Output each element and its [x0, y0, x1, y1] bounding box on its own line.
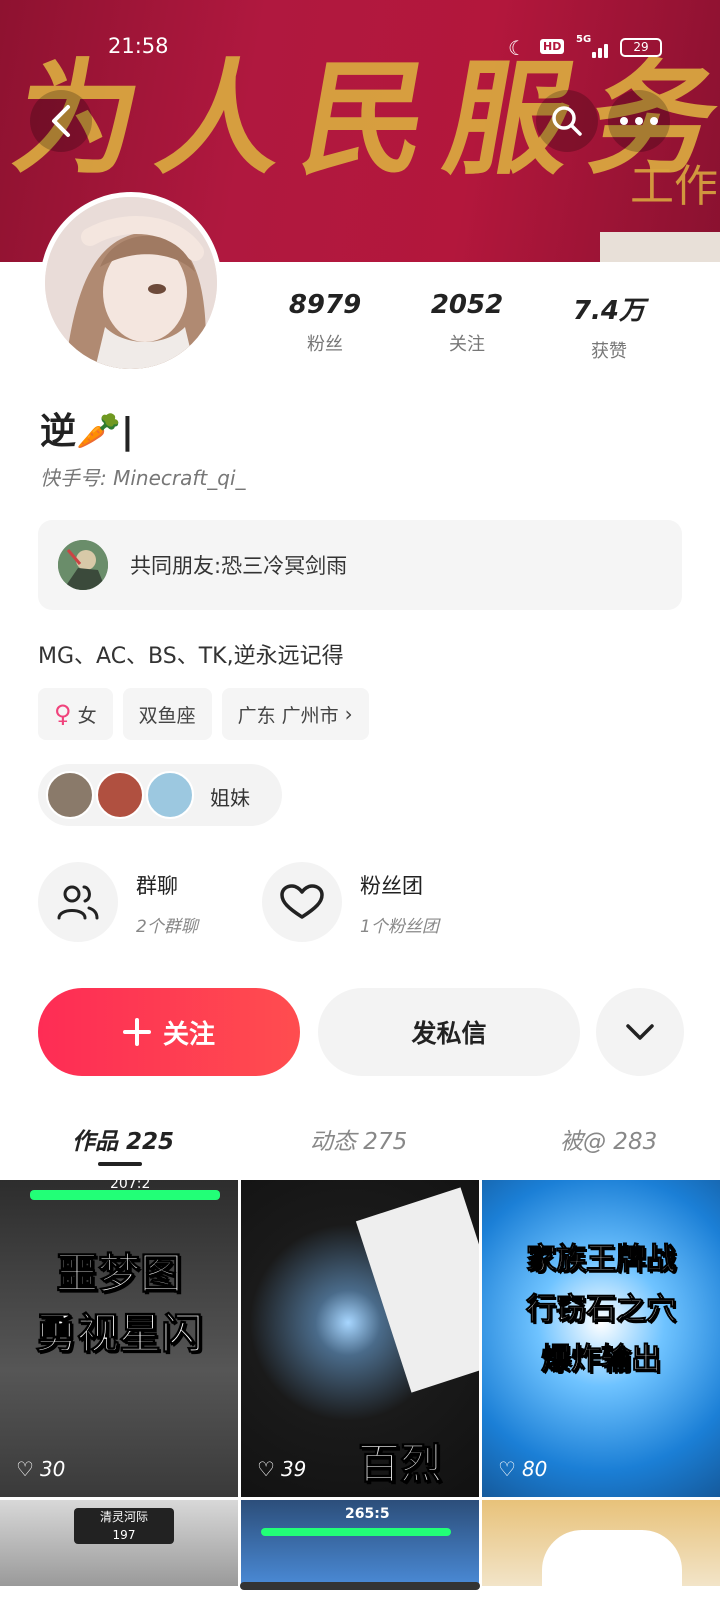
avatar-image: [45, 197, 217, 369]
moon-icon: ☾: [508, 36, 526, 60]
gender-label: 女: [77, 704, 97, 727]
mutual-friends-text: 共同朋友:恐三冷冥剑雨: [130, 554, 348, 578]
gender-tag: ♀ 女: [38, 688, 113, 740]
location-tag[interactable]: 广东 广州市 ›: [221, 688, 369, 740]
video-caption: 197: [112, 1528, 136, 1542]
hd-badge: HD: [540, 39, 565, 54]
video-caption: 清灵河际: [99, 1510, 148, 1524]
more-button[interactable]: [608, 90, 670, 152]
tab-moments[interactable]: 动态 275: [310, 1122, 407, 1156]
tab-works[interactable]: 作品 225: [72, 1122, 174, 1156]
group-chat-entry[interactable]: 群聊 2个群聊: [38, 862, 258, 946]
sister-avatar: [96, 771, 144, 819]
video-thumbnail[interactable]: 家族王牌战 行窃石之穴 爆炸输出 ♡ 80: [482, 1180, 720, 1497]
video-caption: 行窃石之穴: [526, 1292, 677, 1328]
hud-text: 207:2: [110, 1180, 151, 1192]
banner-wall: [600, 232, 720, 262]
hud-text: 265:5: [345, 1506, 390, 1522]
video-thumbnail[interactable]: 207:2 噩梦图 勇视星闪 ♡ 30: [0, 1180, 238, 1497]
heart-icon: ♡: [257, 1457, 275, 1481]
character-figure: [542, 1530, 682, 1586]
video-caption: 爆炸输出: [541, 1342, 662, 1378]
search-button[interactable]: [536, 90, 598, 152]
chevron-right-icon: ›: [344, 702, 353, 726]
message-button[interactable]: 发私信: [318, 988, 580, 1076]
search-icon: [552, 106, 582, 136]
profile-tags: ♀ 女 双鱼座 广东 广州市 ›: [38, 688, 369, 740]
nickname: 逆🥕|: [40, 411, 134, 452]
group-chat-icon: [38, 862, 118, 942]
sisters-label: 姐妹: [210, 786, 250, 810]
video-likes: ♡ 39: [257, 1457, 306, 1481]
video-caption: 家族王牌战: [526, 1242, 677, 1278]
follow-button[interactable]: 关注: [38, 988, 300, 1076]
chevron-left-icon: [52, 105, 70, 137]
heart-icon: ♡: [498, 1457, 516, 1481]
home-indicator[interactable]: [240, 1582, 480, 1590]
sister-avatar: [46, 771, 94, 819]
video-caption: 噩梦图: [55, 1249, 182, 1299]
character-figure: [355, 1187, 479, 1393]
status-time: 21:58: [108, 34, 169, 58]
sisters-relation[interactable]: 姐妹: [38, 764, 282, 826]
fan-club-entry[interactable]: 粉丝团 1个粉丝团: [262, 862, 502, 946]
kuaishou-id: 快手号: Minecraft_qi_: [40, 466, 246, 490]
fans-count: 8979: [288, 290, 362, 320]
follow-label: 关注: [162, 1019, 215, 1050]
likes-label: 获赞: [591, 341, 627, 362]
mutual-friends-card[interactable]: 共同朋友:恐三冷冥剑雨: [38, 520, 682, 610]
sister-avatar: [146, 771, 194, 819]
video-likes: ♡ 30: [16, 1457, 65, 1481]
group-chat-title: 群聊: [136, 874, 178, 898]
following-label: 关注: [449, 334, 485, 355]
more-actions-button[interactable]: [596, 988, 684, 1076]
video-thumbnail[interactable]: 百烈 ♡ 39: [241, 1180, 479, 1497]
back-button[interactable]: [30, 90, 92, 152]
banner-calligraphy-small: 工作: [630, 161, 718, 212]
video-thumbnail[interactable]: 清灵河际 197: [0, 1500, 238, 1586]
content-tabs: 作品 225 动态 275 被@ 283: [0, 1112, 720, 1172]
female-icon: ♀: [54, 700, 72, 728]
profile-page: 为人民服务 工作 21:58 ☾ HD 5G 29 8979 粉丝 2052 关…: [0, 0, 720, 1600]
fan-club-title: 粉丝团: [360, 874, 423, 898]
fan-club-sub: 1个粉丝团: [360, 917, 439, 937]
video-likes: ♡ 80: [498, 1457, 547, 1481]
stat-likes[interactable]: 7.4万 获赞: [554, 290, 664, 363]
more-icon: [620, 117, 658, 125]
group-chat-sub: 2个群聊: [136, 917, 198, 937]
mutual-friend-avatar: [58, 540, 108, 590]
stat-fans[interactable]: 8979 粉丝: [270, 290, 380, 356]
fans-label: 粉丝: [307, 334, 343, 355]
video-thumbnail[interactable]: [482, 1500, 720, 1586]
zodiac-tag: 双鱼座: [122, 688, 212, 740]
location-label: 广东 广州市: [237, 704, 339, 727]
video-caption: 百烈: [357, 1439, 442, 1489]
active-tab-indicator: [98, 1162, 142, 1166]
video-caption-box: 清灵河际 197: [74, 1508, 174, 1544]
avatar[interactable]: [40, 192, 222, 374]
following-count: 2052: [430, 290, 504, 320]
like-count: 80: [521, 1457, 548, 1481]
battery-icon: 29: [620, 38, 662, 57]
hp-bar: [261, 1528, 451, 1536]
zodiac-label: 双鱼座: [138, 704, 196, 727]
tab-mentions[interactable]: 被@ 283: [560, 1122, 657, 1156]
video-thumbnail[interactable]: 265:5: [241, 1500, 479, 1586]
heart-icon: ♡: [16, 1457, 34, 1481]
message-label: 发私信: [411, 1019, 487, 1048]
fan-club-icon: [262, 862, 342, 942]
likes-count: 7.4万: [572, 296, 646, 326]
signal-icon: [580, 42, 610, 58]
like-count: 39: [280, 1457, 307, 1481]
like-count: 30: [39, 1457, 66, 1481]
plus-icon: [122, 1018, 151, 1046]
video-caption: 勇视星闪: [34, 1309, 203, 1359]
status-bar: 21:58 ☾ HD 5G 29: [0, 28, 720, 68]
bio: MG、AC、BS、TK,逆永远记得: [38, 644, 344, 669]
stat-following[interactable]: 2052 关注: [412, 290, 522, 356]
chevron-down-icon: [626, 1024, 654, 1040]
